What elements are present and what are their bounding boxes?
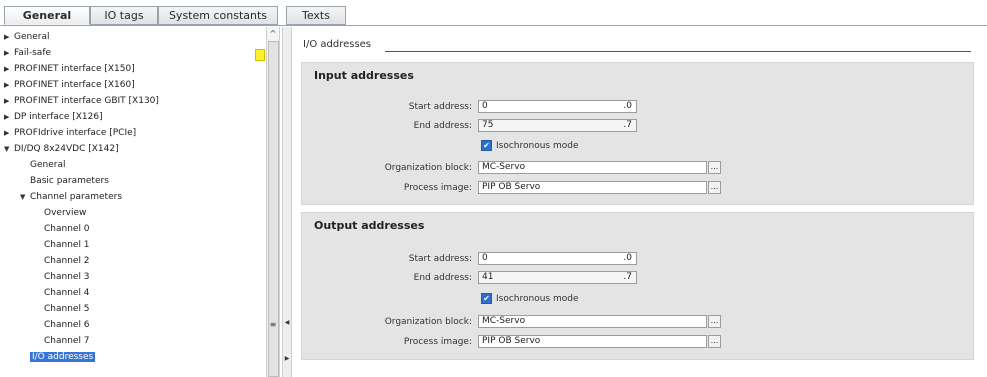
output-pi-browse-button[interactable]: ... [708, 335, 721, 348]
input-addresses-title: Input addresses [314, 69, 414, 82]
tab-system-constants[interactable]: System constants [158, 6, 278, 25]
expand-arrow-icon[interactable]: ▶ [4, 61, 14, 77]
output-addresses-panel: Output addresses Start address: 0.0 End … [301, 212, 974, 360]
input-isochronous-checkbox[interactable]: ✔ [481, 140, 492, 151]
tab-general[interactable]: General [4, 6, 90, 25]
tree-item-profinet-gbit-x130[interactable]: ▶ PROFINET interface GBIT [X130] [4, 93, 159, 109]
tree-item-profidrive[interactable]: ▶ PROFIdrive interface [PCIe] [4, 125, 136, 141]
status-marker [255, 49, 265, 61]
input-pi-browse-button[interactable]: ... [708, 181, 721, 194]
output-start-label: Start address: [408, 254, 472, 264]
tab-texts[interactable]: Texts [286, 6, 346, 25]
collapse-arrow-icon[interactable]: ▼ [20, 189, 30, 205]
collapse-arrow-icon[interactable]: ▼ [4, 141, 14, 157]
tree-item-channel-0[interactable]: Channel 0 [44, 221, 90, 237]
expand-arrow-icon[interactable]: ▶ [4, 93, 14, 109]
tree-item-channel-6[interactable]: Channel 6 [44, 317, 90, 333]
input-organization-block-field[interactable]: MC-Servo [478, 161, 707, 174]
pane-splitter[interactable]: ◀ ▶ [282, 27, 292, 377]
tree-item-profinet-x150[interactable]: ▶ PROFINET interface [X150] [4, 61, 135, 77]
expand-arrow-icon[interactable]: ▶ [4, 45, 14, 61]
tree-item-channel-5[interactable]: Channel 5 [44, 301, 90, 317]
tree-item-general[interactable]: ▶ General [4, 29, 49, 45]
output-process-image-field[interactable]: PIP OB Servo [478, 335, 707, 348]
input-process-image-field[interactable]: PIP OB Servo [478, 181, 707, 194]
tree-item-fail-safe[interactable]: ▶ Fail-safe [4, 45, 51, 61]
tree-item-profinet-x160[interactable]: ▶ PROFINET interface [X160] [4, 77, 135, 93]
navigation-tree: ▶ General ▶ Fail-safe ▶ PROFINET interface … [4, 29, 256, 377]
expand-right-icon[interactable]: ▶ [284, 355, 290, 362]
tree-item-channel-3[interactable]: Channel 3 [44, 269, 90, 285]
tab-bar: General IO tags System constants Texts [0, 0, 987, 26]
tree-item-channel-7[interactable]: Channel 7 [44, 333, 90, 349]
expand-arrow-icon[interactable]: ▶ [4, 29, 14, 45]
tree-item-didq[interactable]: ▼ DI/DQ 8x24VDC [X142] [4, 141, 119, 157]
input-end-address-field: 75.7 [478, 119, 637, 132]
input-start-label: Start address: [408, 102, 472, 112]
input-start-address-field[interactable]: 0.0 [478, 100, 637, 113]
output-ob-label: Organization block: [384, 317, 472, 327]
tree-item-didq-general[interactable]: General [30, 157, 65, 173]
output-isochronous-label: Isochronous mode [496, 294, 579, 304]
tree-item-basic-parameters[interactable]: Basic parameters [30, 173, 109, 189]
tab-io-tags[interactable]: IO tags [90, 6, 158, 25]
input-isochronous-label: Isochronous mode [496, 141, 579, 151]
output-pi-label: Process image: [403, 337, 472, 347]
output-organization-block-field[interactable]: MC-Servo [478, 315, 707, 328]
scroll-up-icon[interactable]: ^ [267, 28, 279, 40]
tree-item-channel-4[interactable]: Channel 4 [44, 285, 90, 301]
collapse-left-icon[interactable]: ◀ [284, 319, 290, 326]
tree-item-overview[interactable]: Overview [44, 205, 86, 221]
input-end-label: End address: [413, 121, 472, 131]
tree-item-channel-parameters[interactable]: ▼ Channel parameters [20, 189, 122, 205]
output-isochronous-checkbox[interactable]: ✔ [481, 293, 492, 304]
output-addresses-title: Output addresses [314, 219, 425, 232]
expand-arrow-icon[interactable]: ▶ [4, 125, 14, 141]
section-title: I/O addresses [303, 39, 372, 50]
tree-item-channel-2[interactable]: Channel 2 [44, 253, 90, 269]
input-pi-label: Process image: [403, 183, 472, 193]
tree-item-io-addresses[interactable]: I/O addresses [30, 349, 96, 365]
tree-item-channel-1[interactable]: Channel 1 [44, 237, 90, 253]
output-end-address-field: 41.7 [478, 271, 637, 284]
output-start-address-field[interactable]: 0.0 [478, 252, 637, 265]
tab-divider [0, 25, 987, 26]
expand-arrow-icon[interactable]: ▶ [4, 109, 14, 125]
output-ob-browse-button[interactable]: ... [708, 315, 721, 328]
section-divider [385, 51, 971, 52]
tree-item-dp-interface[interactable]: ▶ DP interface [X126] [4, 109, 103, 125]
input-ob-browse-button[interactable]: ... [708, 161, 721, 174]
grip-icon: ≡ [269, 320, 277, 329]
output-end-label: End address: [413, 273, 472, 283]
tree-scrollbar[interactable]: ^ ≡ [266, 27, 280, 377]
input-addresses-panel: Input addresses Start address: 0.0 End a… [301, 62, 974, 205]
expand-arrow-icon[interactable]: ▶ [4, 77, 14, 93]
input-ob-label: Organization block: [384, 163, 472, 173]
